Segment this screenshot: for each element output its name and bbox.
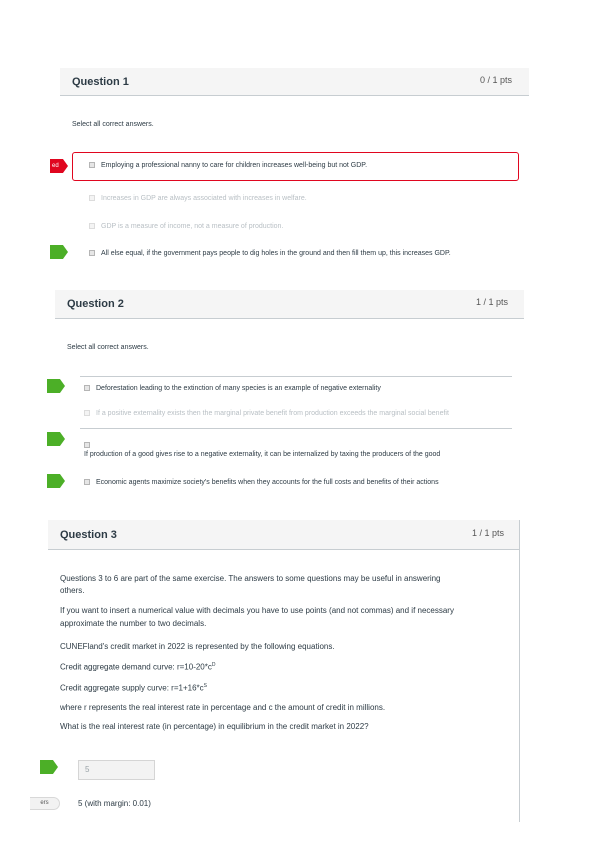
question-2-title: Question 2 <box>67 298 124 310</box>
q3-decimals-line-1: If you want to insert a numerical value … <box>60 606 454 615</box>
q2-answer-1[interactable]: Deforestation leading to the extinction … <box>84 385 381 392</box>
checkbox-icon <box>84 410 90 417</box>
question-1-points: 0 / 1 pts <box>480 75 513 85</box>
checkbox-icon <box>89 223 95 230</box>
question-2-points: 1 / 1 pts <box>476 297 509 307</box>
q3-demand-sup: D <box>211 662 216 668</box>
q2-answer-4-text: Economic agents maximize society's benef… <box>96 479 439 486</box>
question-3-title: Question 3 <box>60 529 117 541</box>
q2-answer-2-text: If a positive externality exists then th… <box>96 410 449 417</box>
q3-question-text: What is the real interest rate (in perce… <box>60 722 369 731</box>
q1-answer-2-text: Increases in GDP are always associated w… <box>101 195 307 202</box>
q3-answer-input[interactable]: 5 <box>78 760 155 780</box>
q1-answer-4[interactable]: All else equal, if the government pays p… <box>89 250 451 257</box>
question-3-header <box>48 520 519 550</box>
q3-market-text: CUNEFland's credit market in 2022 is rep… <box>60 642 335 651</box>
correct-flag-icon <box>40 760 58 774</box>
answer-divider <box>80 428 512 429</box>
q3-answer-value: 5 <box>85 765 90 774</box>
correct-flag-icon <box>47 432 65 446</box>
incorrect-flag-icon: ed <box>50 159 68 173</box>
q1-answer-1[interactable]: Employing a professional nanny to care f… <box>89 162 367 169</box>
q1-answer-2[interactable]: Increases in GDP are always associated w… <box>89 195 307 202</box>
q1-answer-4-text: All else equal, if the government pays p… <box>101 250 451 257</box>
q3-supply-label: Credit aggregate supply curve: r=1+16*c <box>60 683 204 693</box>
other-answers-tag: ers <box>30 797 60 810</box>
checkbox-icon <box>84 479 90 486</box>
answer-divider <box>80 376 512 377</box>
q2-answer-2[interactable]: If a positive externality exists then th… <box>84 410 449 417</box>
question-3-right-border <box>519 520 520 822</box>
q1-answer-3[interactable]: GDP is a measure of income, not a measur… <box>89 223 283 230</box>
checkbox-icon <box>84 385 90 392</box>
checkbox-icon <box>89 162 95 169</box>
q3-supply-sup: S <box>203 683 207 689</box>
question-1-title: Question 1 <box>72 76 129 88</box>
question-1-instruction: Select all correct answers. <box>72 121 154 128</box>
correct-flag-icon <box>50 245 68 259</box>
q3-decimals-line-2: approximate the number to two decimals. <box>60 619 207 628</box>
question-2-instruction: Select all correct answers. <box>67 344 149 351</box>
other-answers-tag-label: ers <box>40 800 49 806</box>
correct-flag-icon <box>47 474 65 488</box>
q3-intro-line-1: Questions 3 to 6 are part of the same ex… <box>60 574 441 583</box>
q3-intro-line-2: others. <box>60 586 85 595</box>
question-1-header <box>60 68 529 96</box>
question-3-points: 1 / 1 pts <box>472 528 505 538</box>
checkbox-icon <box>89 250 95 257</box>
question-2-header <box>55 290 524 319</box>
q3-correct-answer: 5 (with margin: 0.01) <box>78 799 151 808</box>
q2-answer-1-text: Deforestation leading to the extinction … <box>96 385 381 392</box>
checkbox-icon <box>84 441 90 448</box>
q1-answer-3-text: GDP is a measure of income, not a measur… <box>101 223 284 230</box>
q1-answer-1-text: Employing a professional nanny to care f… <box>101 162 368 169</box>
q3-demand-label: Credit aggregate demand curve: r=10-20*c <box>60 662 212 672</box>
correct-flag-icon <box>47 379 65 393</box>
q2-answer-3-text: If production of a good gives rise to a … <box>84 451 441 458</box>
q3-supply-curve: Credit aggregate supply curve: r=1+16*cS <box>60 683 207 693</box>
checkbox-icon <box>89 195 95 202</box>
q2-answer-4[interactable]: Economic agents maximize society's benef… <box>84 479 439 486</box>
q3-demand-curve: Credit aggregate demand curve: r=10-20*c… <box>60 662 216 672</box>
q3-where-text: where r represents the real interest rat… <box>60 703 386 712</box>
incorrect-flag-label: ed <box>52 163 59 169</box>
